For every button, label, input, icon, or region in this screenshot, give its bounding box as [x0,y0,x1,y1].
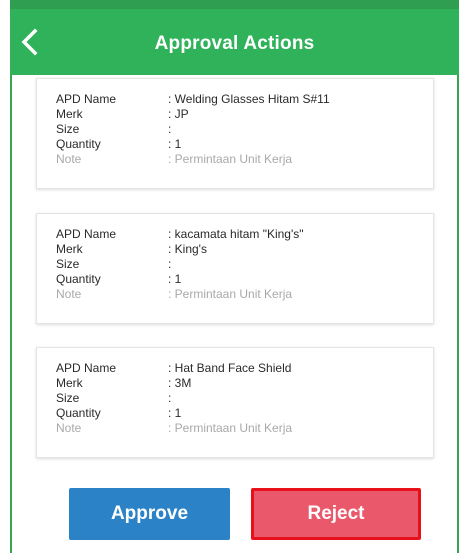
note-label: Note [56,151,82,166]
item-card: APD Name : Welding Glasses Hitam S#11 Me… [36,78,434,189]
note-row: Note : Permintaan Unit Kerja [56,420,433,435]
note-row: Note : Permintaan Unit Kerja [56,286,433,301]
merk-row: Merk : King's [56,241,433,256]
size-label: Size [56,121,80,136]
quantity-value: : 1 [168,136,182,151]
app-bar: Approval Actions [10,9,459,75]
merk-label: Merk [56,241,83,256]
size-label: Size [56,390,80,405]
apd-name-row: APD Name : Hat Band Face Shield [56,360,433,375]
merk-label: Merk [56,106,83,121]
note-value: : Permintaan Unit Kerja [168,286,293,301]
size-value: : [168,256,172,271]
apd-name-value: : Hat Band Face Shield [168,360,292,375]
apd-name-value: : kacamata hitam "King's" [168,226,304,241]
approval-list: APD Name : Welding Glasses Hitam S#11 Me… [12,75,457,553]
right-border [457,75,459,553]
quantity-label: Quantity [56,405,101,420]
size-row: Size : [56,390,433,405]
note-value: : Permintaan Unit Kerja [168,151,293,166]
size-value: : [168,390,172,405]
size-label: Size [56,256,80,271]
quantity-value: : 1 [168,405,182,420]
apd-name-row: APD Name : Welding Glasses Hitam S#11 [56,91,433,106]
size-row: Size : [56,256,433,271]
app-screen: Approval Actions APD Name : Welding Glas… [0,0,469,553]
merk-label: Merk [56,375,83,390]
note-value: : Permintaan Unit Kerja [168,420,293,435]
item-card: APD Name : Hat Band Face Shield Merk : 3… [36,347,434,458]
apd-name-label: APD Name [56,360,117,375]
approve-button[interactable]: Approve [69,488,230,540]
quantity-row: Quantity : 1 [56,405,433,420]
apd-name-label: APD Name [56,226,117,241]
apd-name-value: : Welding Glasses Hitam S#11 [168,91,330,106]
apd-name-row: APD Name : kacamata hitam "King's" [56,226,433,241]
note-label: Note [56,420,82,435]
merk-row: Merk : 3M [56,375,433,390]
quantity-label: Quantity [56,136,101,151]
note-label: Note [56,286,82,301]
merk-value: : 3M [168,375,192,390]
quantity-label: Quantity [56,271,101,286]
quantity-row: Quantity : 1 [56,271,433,286]
note-row: Note : Permintaan Unit Kerja [56,151,433,166]
size-row: Size : [56,121,433,136]
merk-row: Merk : JP [56,106,433,121]
size-value: : [168,121,172,136]
quantity-value: : 1 [168,271,182,286]
reject-button[interactable]: Reject [251,488,421,540]
page-title: Approval Actions [154,33,315,54]
merk-value: : JP [168,106,189,121]
apd-name-label: APD Name [56,91,117,106]
item-card: APD Name : kacamata hitam "King's" Merk … [36,213,434,324]
quantity-row: Quantity : 1 [56,136,433,151]
merk-value: : King's [168,241,207,256]
